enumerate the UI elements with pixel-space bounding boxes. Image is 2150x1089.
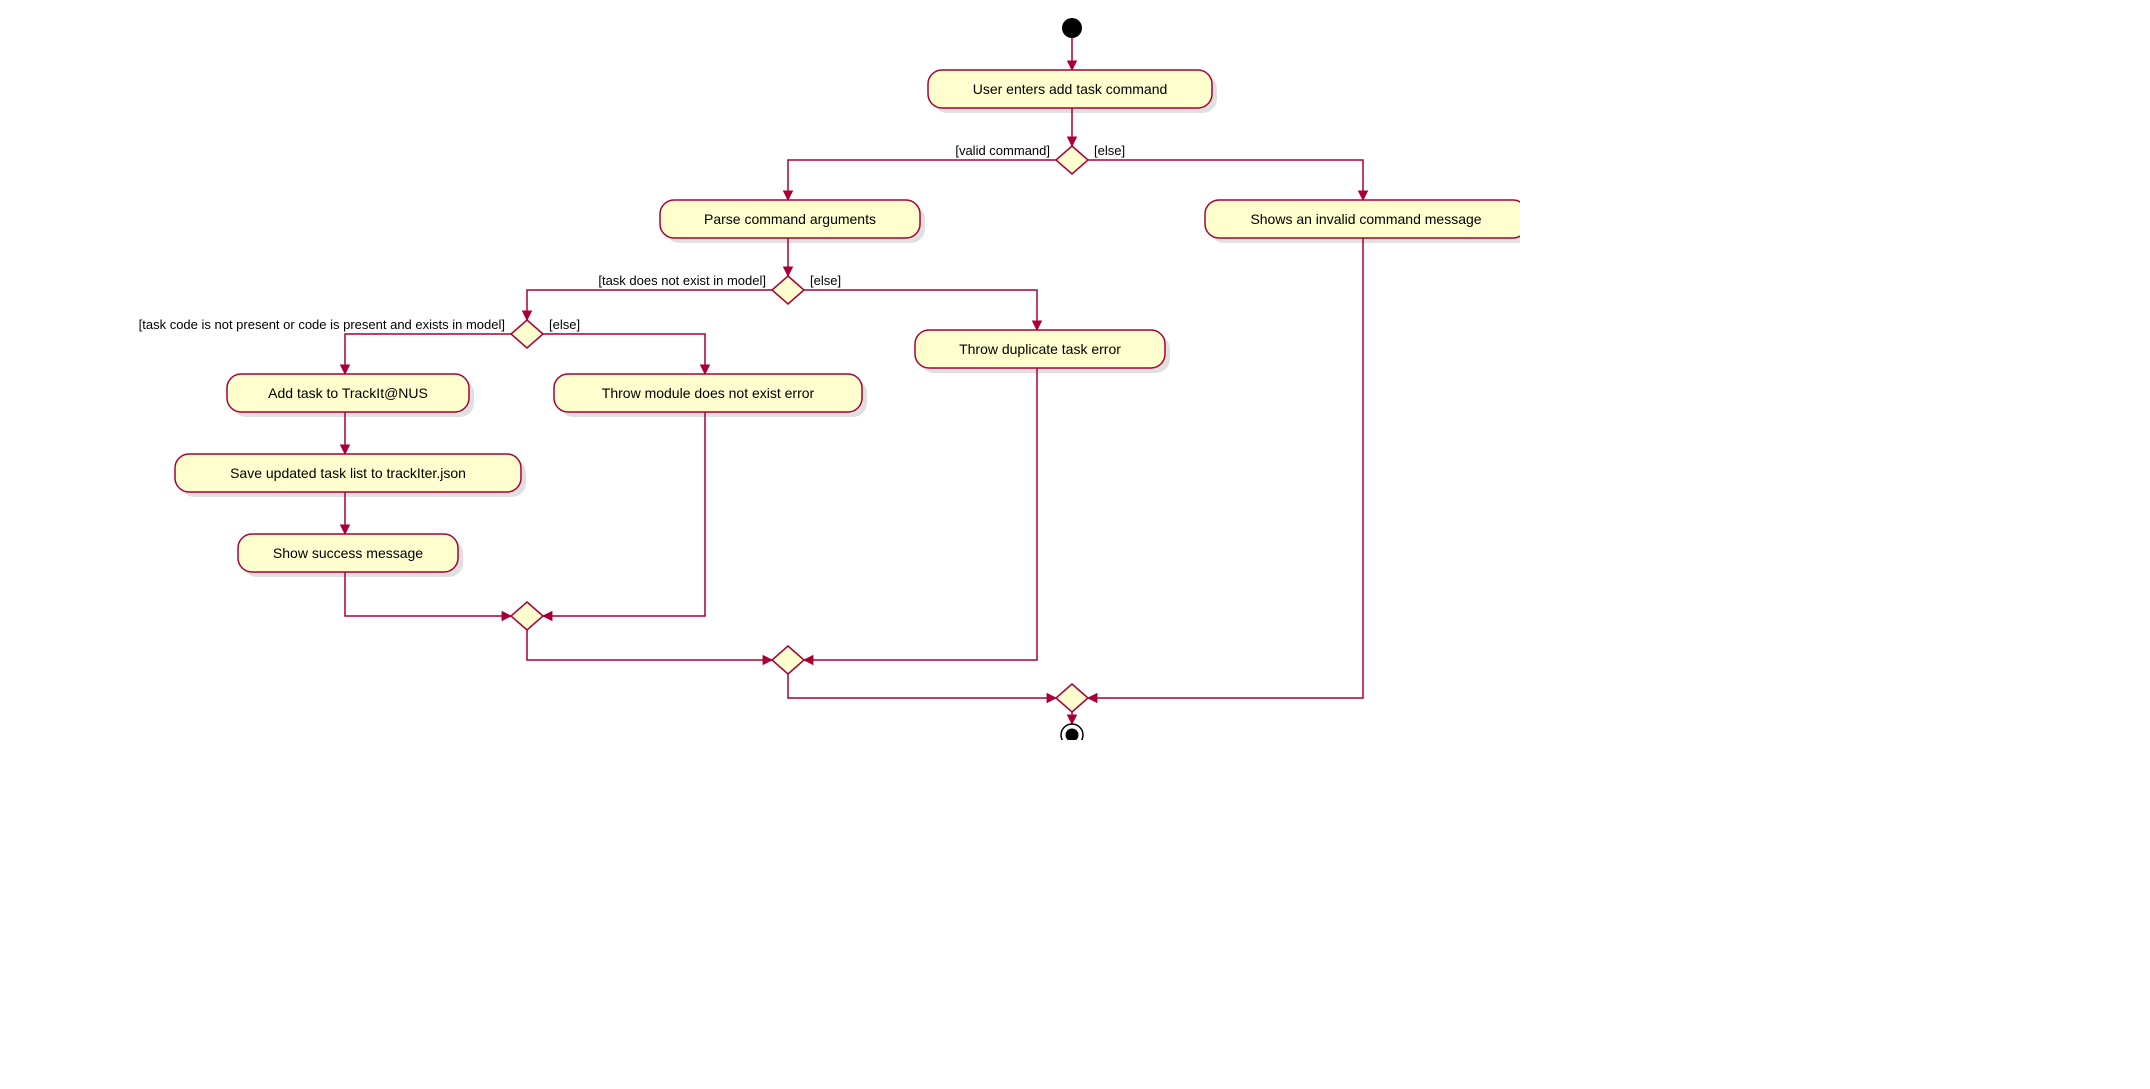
edge bbox=[345, 334, 511, 374]
guard-else-code: [else] bbox=[549, 317, 580, 332]
label-dup: Throw duplicate task error bbox=[959, 341, 1121, 357]
merge-1 bbox=[511, 602, 543, 630]
activity-duplicate-task-error: Throw duplicate task error bbox=[915, 330, 1170, 373]
activity-user-enters: User enters add task command bbox=[928, 70, 1217, 113]
label-add: Add task to TrackIt@NUS bbox=[268, 385, 428, 401]
activity-invalid-command-message: Shows an invalid command message bbox=[1205, 200, 1520, 243]
edge bbox=[788, 160, 1056, 200]
edge bbox=[1088, 160, 1363, 200]
final-node bbox=[1061, 724, 1083, 740]
guard-code-present: [task code is not present or code is pre… bbox=[139, 317, 505, 332]
edge bbox=[1088, 238, 1363, 698]
activity-save-task-list: Save updated task list to trackIter.json bbox=[175, 454, 526, 497]
edge bbox=[527, 630, 772, 660]
decision-code-present bbox=[511, 320, 543, 348]
label-nomodule: Throw module does not exist error bbox=[602, 385, 815, 401]
guard-else-valid: [else] bbox=[1094, 143, 1125, 158]
label-save: Save updated task list to trackIter.json bbox=[230, 465, 466, 481]
decision-task-exists bbox=[772, 276, 804, 304]
edge bbox=[527, 290, 772, 320]
activity-parse-arguments: Parse command arguments bbox=[660, 200, 925, 243]
edge bbox=[543, 412, 705, 616]
initial-node bbox=[1062, 18, 1082, 38]
activity-module-does-not-exist: Throw module does not exist error bbox=[554, 374, 867, 417]
guard-valid-command: [valid command] bbox=[955, 143, 1050, 158]
edge bbox=[345, 572, 511, 616]
decision-valid-command bbox=[1056, 146, 1088, 174]
label-user-enters: User enters add task command bbox=[973, 81, 1168, 97]
edge bbox=[788, 674, 1056, 698]
edge bbox=[543, 334, 705, 374]
merge-2 bbox=[772, 646, 804, 674]
activity-add-task: Add task to TrackIt@NUS bbox=[227, 374, 474, 417]
label-invalid-msg: Shows an invalid command message bbox=[1250, 211, 1481, 227]
activity-diagram: User enters add task command [valid comm… bbox=[0, 0, 1520, 740]
merge-3 bbox=[1056, 684, 1088, 712]
edge bbox=[804, 290, 1037, 330]
guard-else-taskexists: [else] bbox=[810, 273, 841, 288]
label-success: Show success message bbox=[273, 545, 423, 561]
activity-show-success: Show success message bbox=[238, 534, 463, 577]
label-parse: Parse command arguments bbox=[704, 211, 876, 227]
guard-task-not-exist: [task does not exist in model] bbox=[598, 273, 766, 288]
